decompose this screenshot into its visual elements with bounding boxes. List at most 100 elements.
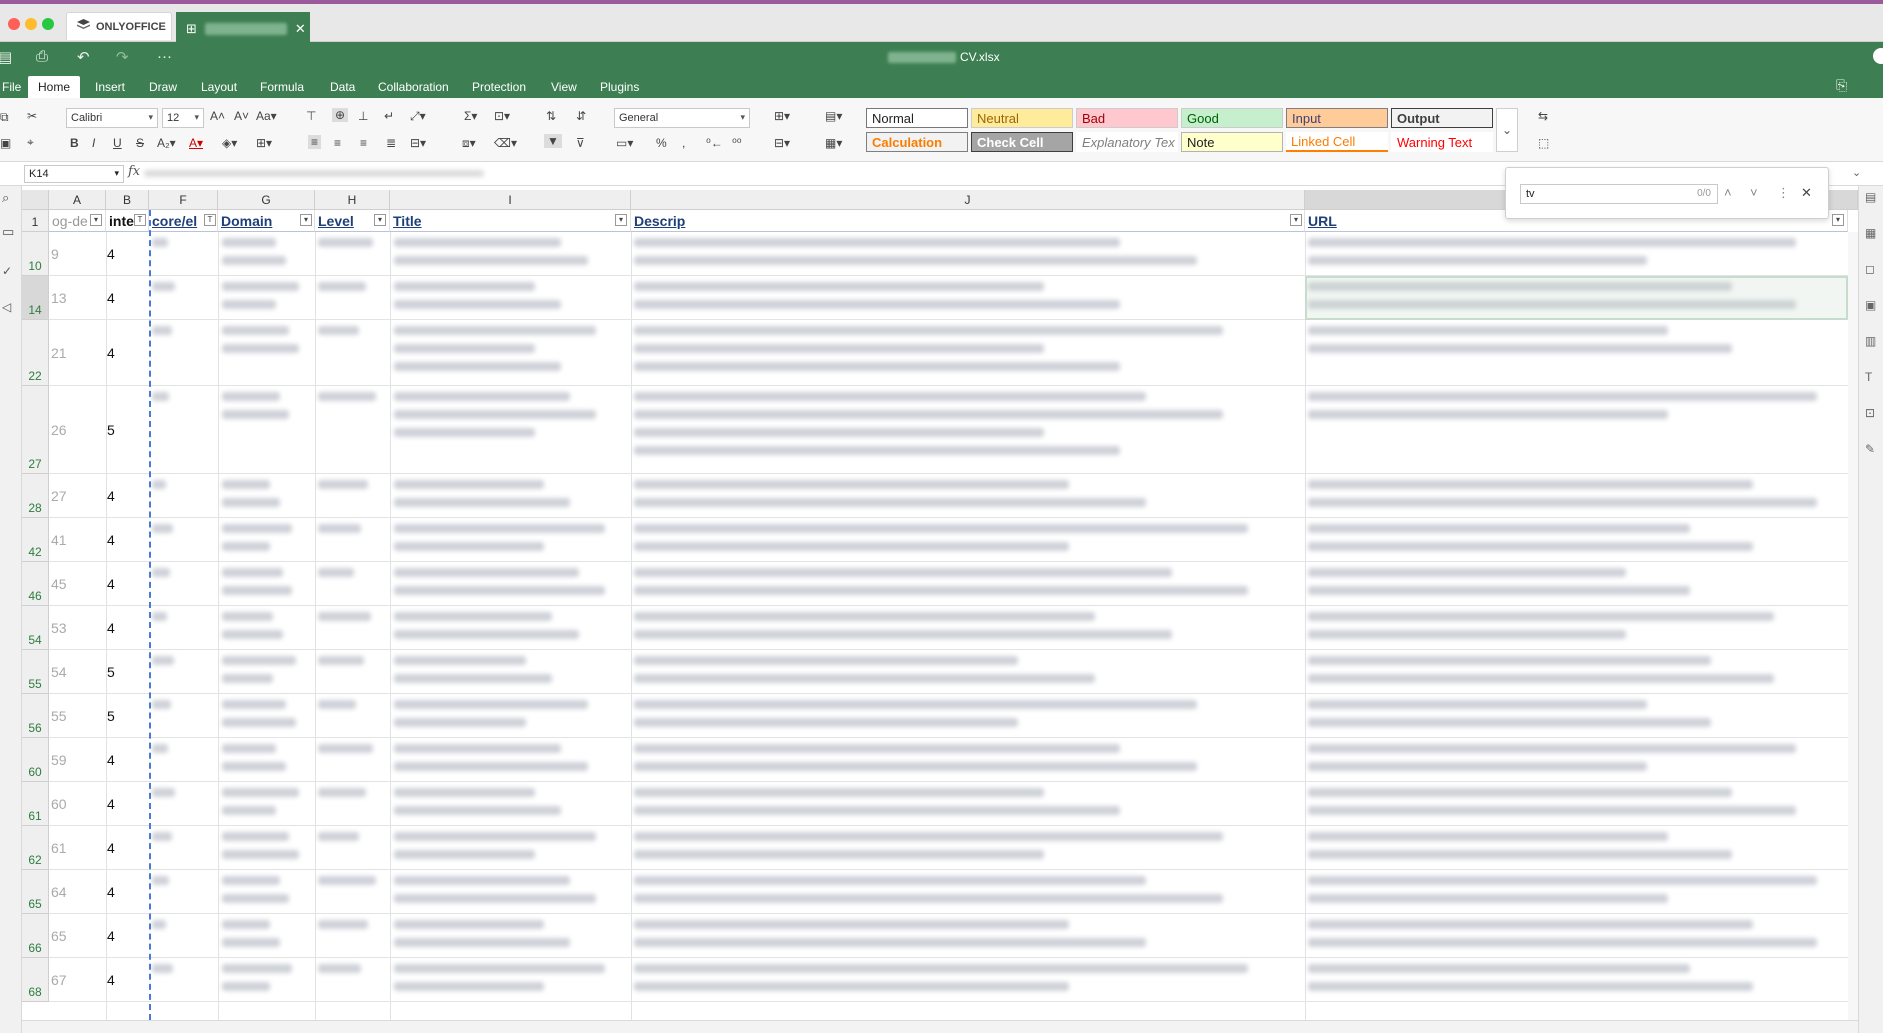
cell-b[interactable]: 5 <box>107 422 115 438</box>
signature-icon[interactable]: ✎ <box>1865 442 1875 456</box>
fill-icon[interactable]: ⊡▾ <box>494 109 510 123</box>
cell-a[interactable]: 59 <box>51 752 67 768</box>
cell-b[interactable]: 4 <box>107 488 115 504</box>
cell-b[interactable]: 4 <box>107 290 115 306</box>
row-header[interactable]: 14 <box>22 276 49 320</box>
column-header-a[interactable]: A <box>49 190 106 210</box>
copy-icon[interactable]: ⧉ <box>0 110 9 125</box>
style-neutral[interactable]: Neutral <box>971 108 1073 128</box>
row-header[interactable]: 66 <box>22 914 49 958</box>
cell-a[interactable]: 65 <box>51 928 67 944</box>
document-tab[interactable]: ⊞ ✕ <box>176 12 310 46</box>
replace-icon[interactable]: ⇆ <box>1538 109 1548 123</box>
undo-icon[interactable]: ↶ <box>77 48 90 66</box>
wrap-text-icon[interactable]: ↵ <box>384 109 394 123</box>
cell-b[interactable]: 4 <box>107 576 115 592</box>
row-header[interactable]: 1 <box>22 210 49 232</box>
align-top-icon[interactable]: ⊤ <box>306 109 316 123</box>
close-tab-icon[interactable]: ✕ <box>295 21 306 37</box>
change-case-icon[interactable]: Aa▾ <box>256 109 277 123</box>
paste-icon[interactable]: ▣ <box>0 136 11 150</box>
filter-dropdown-j[interactable]: ▾ <box>1290 214 1302 226</box>
justify-icon[interactable]: ≣ <box>386 136 396 150</box>
increase-decimal-icon[interactable]: ⁰⁰ <box>732 136 742 150</box>
cell-b[interactable]: 5 <box>107 708 115 724</box>
horizontal-scrollbar[interactable] <box>22 1020 1858 1033</box>
cell-a[interactable]: 27 <box>51 488 67 504</box>
tab-home[interactable]: Home <box>28 76 81 98</box>
cell-b[interactable]: 5 <box>107 664 115 680</box>
cell-a[interactable]: 9 <box>51 246 59 262</box>
maximize-window-button[interactable] <box>42 18 54 30</box>
row-header[interactable]: 62 <box>22 826 49 870</box>
find-options-icon[interactable]: ⋮ <box>1777 185 1790 201</box>
tab-protection[interactable]: Protection <box>462 76 536 98</box>
format-as-table-icon[interactable]: ▦▾ <box>825 136 842 150</box>
style-bad[interactable]: Bad <box>1076 108 1178 128</box>
style-note[interactable]: Note <box>1181 132 1283 152</box>
filter-dropdown-i[interactable]: ▾ <box>615 214 627 226</box>
filter-dropdown-b[interactable]: T <box>134 214 146 226</box>
cell-a[interactable]: 21 <box>51 345 67 361</box>
column-header-b[interactable]: B <box>106 190 149 210</box>
print-icon[interactable]: ⎙ <box>36 48 48 65</box>
filter-dropdown-g[interactable]: ▾ <box>300 214 312 226</box>
find-previous-icon[interactable]: ˄ <box>1724 185 1732 200</box>
feedback-icon[interactable]: ◁ <box>2 300 11 314</box>
column-header-i[interactable]: I <box>390 190 631 210</box>
style-calculation[interactable]: Calculation <box>866 132 968 152</box>
cell-settings-icon[interactable]: ▤ <box>1865 190 1876 204</box>
cell-b[interactable]: 4 <box>107 620 115 636</box>
tab-insert[interactable]: Insert <box>85 76 135 98</box>
cell-a[interactable]: 64 <box>51 884 67 900</box>
minimize-window-button[interactable] <box>25 18 37 30</box>
spellcheck-icon[interactable]: ✓ <box>2 264 12 278</box>
align-right-icon[interactable]: ≡ <box>360 136 367 150</box>
style-good[interactable]: Good <box>1181 108 1283 128</box>
cell-b[interactable]: 4 <box>107 345 115 361</box>
close-icon[interactable]: ✕ <box>1801 185 1812 201</box>
select-all-corner[interactable] <box>22 190 49 210</box>
insert-cells-icon[interactable]: ⊞▾ <box>774 109 790 123</box>
function-icon[interactable]: fx <box>128 164 140 179</box>
decrease-decimal-icon[interactable]: ⁰← <box>706 136 723 150</box>
cell-b[interactable]: 4 <box>107 840 115 856</box>
tab-plugins[interactable]: Plugins <box>590 76 649 98</box>
bold-icon[interactable]: B <box>70 136 79 150</box>
row-header[interactable]: 28 <box>22 474 49 518</box>
cell-a[interactable]: 60 <box>51 796 67 812</box>
table-settings-icon[interactable]: ▦ <box>1865 226 1876 240</box>
style-explanatory-text[interactable]: Explanatory Tex <box>1076 132 1178 152</box>
align-middle-icon[interactable]: ⊕ <box>332 108 349 122</box>
underline-icon[interactable]: U <box>113 136 122 150</box>
row-header[interactable]: 46 <box>22 562 49 606</box>
expand-formula-icon[interactable]: ⌄ <box>1852 166 1861 179</box>
row-header[interactable]: 60 <box>22 738 49 782</box>
save-icon[interactable]: ▤ <box>0 48 12 66</box>
cell-b[interactable]: 4 <box>107 752 115 768</box>
find-input[interactable]: tv 0/0 <box>1520 184 1718 204</box>
cell-b[interactable]: 4 <box>107 796 115 812</box>
delete-cells-icon[interactable]: ⊟▾ <box>774 136 790 150</box>
header-cell-i[interactable]: Title <box>390 210 631 232</box>
user-avatar[interactable] <box>1873 48 1883 64</box>
cell-b[interactable]: 4 <box>107 246 115 262</box>
cell-a[interactable]: 26 <box>51 422 67 438</box>
name-box[interactable]: K14 ▾ <box>24 165 124 183</box>
row-header[interactable]: 54 <box>22 606 49 650</box>
close-window-button[interactable] <box>8 18 20 30</box>
font-color-icon[interactable]: A▾ <box>189 136 203 150</box>
cell-a[interactable]: 41 <box>51 532 67 548</box>
style-output[interactable]: Output <box>1391 108 1493 128</box>
image-settings-icon[interactable]: ▣ <box>1865 298 1876 312</box>
tab-file[interactable]: File <box>0 76 31 98</box>
row-header[interactable]: 22 <box>22 320 49 386</box>
comments-icon[interactable]: ▭ <box>2 224 14 240</box>
column-header-g[interactable]: G <box>218 190 315 210</box>
pivot-settings-icon[interactable]: ⊡ <box>1865 406 1875 420</box>
borders-icon[interactable]: ⊞▾ <box>256 136 272 150</box>
format-painter-icon[interactable]: ⌖ <box>27 135 34 150</box>
tab-draw[interactable]: Draw <box>139 76 187 98</box>
filter-dropdown-k[interactable]: ▾ <box>1832 214 1844 226</box>
clear-filter-icon[interactable]: ⊽ <box>576 136 585 150</box>
